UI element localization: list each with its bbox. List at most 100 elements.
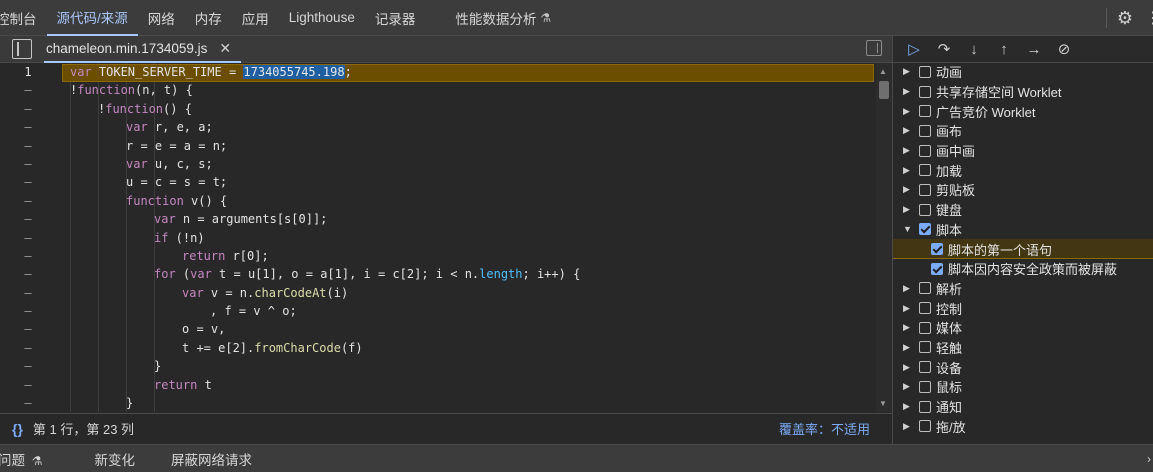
line-number[interactable]: – xyxy=(0,81,56,99)
code-line[interactable]: –} xyxy=(0,357,876,375)
breakpoint-category[interactable]: ▶ 广告竞价 Worklet xyxy=(893,101,1153,121)
breakpoint-checkbox[interactable] xyxy=(919,203,931,216)
line-number[interactable]: – xyxy=(0,192,56,210)
tab-application[interactable]: 应用 xyxy=(232,0,279,36)
triangle-right-icon[interactable]: ▶ xyxy=(903,283,915,294)
breakpoint-category[interactable]: ▶ 控制 xyxy=(893,298,1153,318)
triangle-right-icon[interactable]: ▶ xyxy=(903,401,915,412)
step-into-icon[interactable]: ↓ xyxy=(959,41,989,58)
code-line[interactable]: – var n = arguments[s[0]]; xyxy=(0,210,876,228)
triangle-right-icon[interactable]: ▶ xyxy=(903,125,915,136)
triangle-right-icon[interactable]: ▶ xyxy=(903,421,915,432)
triangle-right-icon[interactable]: ▶ xyxy=(903,86,915,97)
code-line[interactable]: – var r, e, a; xyxy=(0,118,876,136)
breakpoint-checkbox[interactable] xyxy=(919,400,931,413)
more-options-icon[interactable]: ⋮ xyxy=(1145,8,1153,28)
breakpoint-checkbox[interactable] xyxy=(931,243,943,256)
breakpoint-checkbox[interactable] xyxy=(919,223,931,236)
scroll-down-icon[interactable]: ▼ xyxy=(879,399,887,408)
breakpoint-subitem[interactable]: 脚本因内容安全政策而被屏蔽 xyxy=(893,259,1153,279)
breakpoint-checkbox[interactable] xyxy=(919,144,931,157)
triangle-right-icon[interactable]: ▶ xyxy=(903,66,915,77)
breakpoint-category[interactable]: ▶ 动画 xyxy=(893,62,1153,82)
line-number[interactable]: – xyxy=(0,320,56,338)
breakpoint-checkbox[interactable] xyxy=(919,124,931,137)
tab-recorder[interactable]: 记录器 xyxy=(365,0,426,36)
code-line[interactable]: – r = e = a = n; xyxy=(0,137,876,155)
triangle-right-icon[interactable]: ▶ xyxy=(903,342,915,353)
line-number[interactable]: – xyxy=(0,137,56,155)
breakpoint-category[interactable]: ▶ 共享存储空间 Worklet xyxy=(893,82,1153,102)
triangle-right-icon[interactable]: ▶ xyxy=(903,381,915,392)
drawer-tab-network-request-blocking[interactable]: 屏蔽网络请求 xyxy=(153,449,270,469)
breakpoint-category[interactable]: ▶ 拖/放 xyxy=(893,416,1153,436)
breakpoint-category[interactable]: ▶ 画布 xyxy=(893,121,1153,141)
step-over-icon[interactable]: ↷ xyxy=(929,40,959,58)
breakpoint-checkbox[interactable] xyxy=(919,361,931,374)
breakpoint-category[interactable]: ▶ 加载 xyxy=(893,160,1153,180)
tab-memory[interactable]: 内存 xyxy=(185,0,232,36)
breakpoint-category[interactable]: ▼ 脚本 xyxy=(893,220,1153,240)
breakpoint-category[interactable]: ▶ 鼠标 xyxy=(893,377,1153,397)
line-number[interactable]: – xyxy=(0,173,56,191)
deactivate-breakpoints-icon[interactable]: ⊘ xyxy=(1049,40,1079,58)
close-icon[interactable]: ✕ xyxy=(219,40,231,57)
code-line[interactable]: – !function(n, t) { xyxy=(0,81,876,99)
code-line[interactable]: – function v() { xyxy=(0,192,876,210)
triangle-right-icon[interactable]: ▶ xyxy=(903,204,915,215)
toggle-navigator-icon[interactable] xyxy=(12,39,32,59)
line-number[interactable]: – xyxy=(0,339,56,357)
breakpoint-checkbox[interactable] xyxy=(931,262,943,275)
code-line[interactable]: – for (var t = u[1], o = a[1], i = c[2]; … xyxy=(0,265,876,283)
breakpoint-checkbox[interactable] xyxy=(919,380,931,393)
breakpoint-checkbox[interactable] xyxy=(919,341,931,354)
tab-sources[interactable]: 源代码/来源 xyxy=(46,0,138,36)
code-line[interactable]: – t += e[2].fromCharCode(f) xyxy=(0,339,876,357)
line-number[interactable]: – xyxy=(0,118,56,136)
breakpoint-category[interactable]: ▶ 轻触 xyxy=(893,338,1153,358)
triangle-down-icon[interactable]: ▼ xyxy=(903,224,915,234)
line-number[interactable]: – xyxy=(0,284,56,302)
code-line[interactable]: – if (!n) xyxy=(0,229,876,247)
breakpoint-subitem[interactable]: 脚本的第一个语句 xyxy=(893,239,1153,259)
line-number[interactable]: – xyxy=(0,210,56,228)
code-line[interactable]: –} xyxy=(0,394,876,412)
resume-icon[interactable]: ▷ xyxy=(899,40,929,58)
breakpoint-checkbox[interactable] xyxy=(919,420,931,433)
line-number[interactable]: – xyxy=(0,357,56,375)
scroll-thumb[interactable] xyxy=(879,81,889,99)
breakpoint-category[interactable]: ▶ 画中画 xyxy=(893,141,1153,161)
drawer-tab-whats-new[interactable]: 新变化 xyxy=(77,449,154,469)
breakpoint-category[interactable]: ▶ 解析 xyxy=(893,279,1153,299)
breakpoint-checkbox[interactable] xyxy=(919,302,931,315)
code-line[interactable]: – var u, c, s; xyxy=(0,155,876,173)
tab-lighthouse[interactable]: Lighthouse xyxy=(279,0,365,36)
step-icon[interactable]: → xyxy=(1019,41,1049,58)
breakpoint-checkbox[interactable] xyxy=(919,65,931,78)
breakpoint-category[interactable]: ▶ 设备 xyxy=(893,357,1153,377)
code-line[interactable]: – , f = v ^ o; xyxy=(0,302,876,320)
breakpoint-checkbox[interactable] xyxy=(919,164,931,177)
code-line[interactable]: – return t xyxy=(0,376,876,394)
code-line[interactable]: – u = c = s = t; xyxy=(0,173,876,191)
breakpoint-category[interactable]: ▶ 媒体 xyxy=(893,318,1153,338)
triangle-right-icon[interactable]: ▶ xyxy=(903,362,915,373)
tab-performance-insights[interactable]: 性能数据分析 ⚗ xyxy=(445,0,561,36)
code-line[interactable]: – return r[0]; xyxy=(0,247,876,265)
triangle-right-icon[interactable]: ▶ xyxy=(903,303,915,314)
breakpoint-checkbox[interactable] xyxy=(919,183,931,196)
scroll-up-icon[interactable]: ▲ xyxy=(879,67,887,76)
breakpoint-category[interactable]: ▶ 剪贴板 xyxy=(893,180,1153,200)
line-number[interactable]: – xyxy=(0,247,56,265)
line-number[interactable]: – xyxy=(0,265,56,283)
line-number[interactable]: – xyxy=(0,155,56,173)
breakpoint-checkbox[interactable] xyxy=(919,85,931,98)
triangle-right-icon[interactable]: ▶ xyxy=(903,145,915,156)
step-out-icon[interactable]: ↑ xyxy=(989,41,1019,58)
editor-scrollbar[interactable]: ▲ ▼ xyxy=(876,63,892,412)
breakpoint-category[interactable]: ▶ 键盘 xyxy=(893,200,1153,220)
breakpoint-category[interactable]: ▶ 通知 xyxy=(893,397,1153,417)
triangle-right-icon[interactable]: ▶ xyxy=(903,184,915,195)
triangle-right-icon[interactable]: ▶ xyxy=(903,322,915,333)
code-line[interactable]: 1 var TOKEN_SERVER_TIME = 1734055745.198; xyxy=(0,63,876,82)
